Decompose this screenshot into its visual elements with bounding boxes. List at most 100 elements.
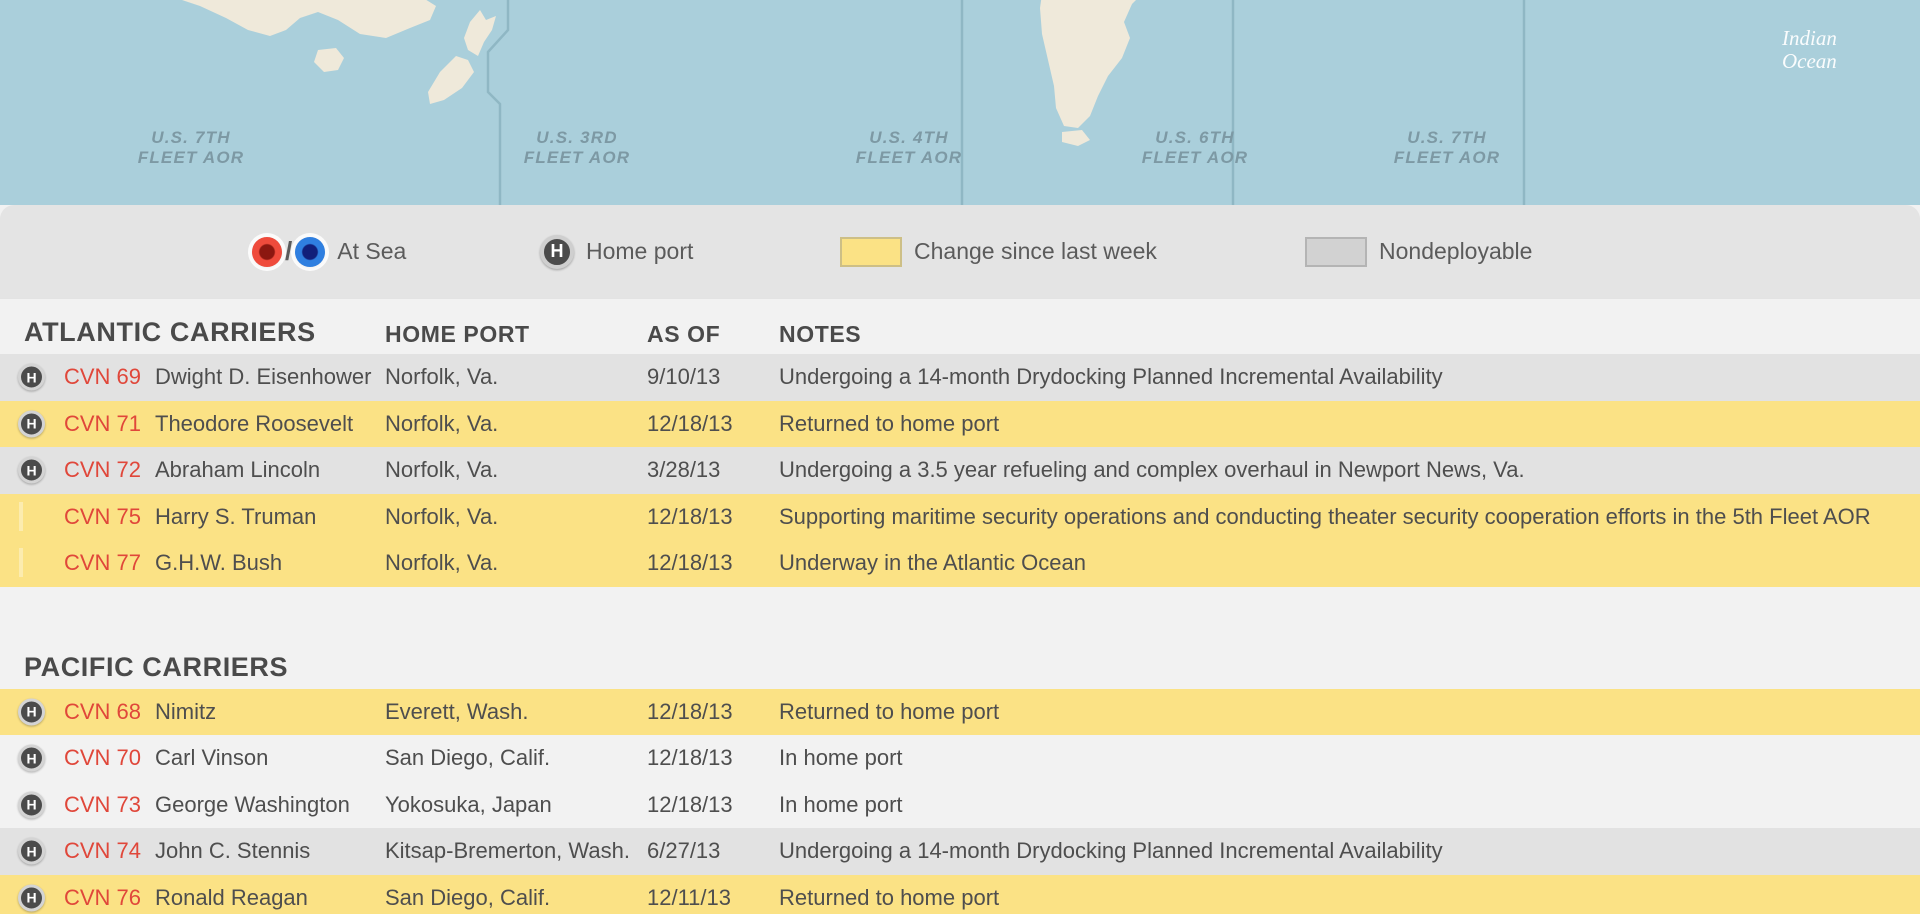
legend-at-sea-label: At Sea [337, 238, 407, 264]
notes: Undergoing a 14-month Drydocking Planned… [779, 838, 1443, 864]
ship-name: George Washington [155, 791, 350, 817]
column-header-notes: NOTES [779, 321, 862, 347]
hull-number: CVN 74 [64, 838, 142, 864]
section-divider [0, 586, 1920, 633]
legend-separator: / [285, 236, 293, 266]
notes: In home port [779, 791, 903, 817]
ship-name: Ronald Reagan [155, 884, 308, 910]
as-of-date: 9/10/13 [647, 364, 721, 390]
table-row[interactable]: CVN 77 G.H.W. Bush Norfolk, Va. 12/18/13… [0, 540, 1920, 587]
table-row[interactable]: H CVN 74 John C. Stennis Kitsap-Bremerto… [0, 828, 1920, 875]
as-of-date: 12/18/13 [647, 791, 733, 817]
ship-name: Theodore Roosevelt [155, 410, 354, 436]
ship-name: G.H.W. Bush [155, 550, 283, 576]
ocean-label-indian: Indian Ocean [1782, 26, 1837, 74]
hull-number: CVN 77 [64, 550, 142, 576]
status-badge: H [18, 791, 45, 819]
aor-label-4th: U.S. 4TH FLEET AOR [855, 128, 963, 167]
table-row[interactable]: CVN 75 Harry S. Truman Norfolk, Va. 12/1… [0, 493, 1920, 540]
notes: In home port [779, 745, 903, 771]
at-sea-blue-dot-icon [295, 236, 326, 267]
notes: Undergoing a 3.5 year refueling and comp… [779, 457, 1525, 483]
as-of-date: 3/28/13 [647, 457, 721, 483]
ship-name: Harry S. Truman [155, 503, 317, 529]
table-row[interactable]: H CVN 76 Ronald Reagan San Diego, Calif.… [0, 874, 1920, 914]
status-badge [18, 550, 24, 576]
aor-label-3rd: U.S. 3RD FLEET AOR [523, 128, 631, 167]
atlantic-section-header: ATLANTIC CARRIERS HOME PORT AS OF NOTES [0, 298, 1920, 354]
hull-number: CVN 70 [64, 745, 142, 771]
as-of-date: 12/18/13 [647, 503, 733, 529]
table-row[interactable]: H CVN 73 George Washington Yokosuka, Jap… [0, 781, 1920, 828]
ship-name: Nimitz [155, 698, 217, 724]
change-swatch-icon [840, 236, 902, 267]
ship-name: Carl Vinson [155, 745, 269, 771]
legend-home-port-label: Home port [586, 238, 694, 264]
legend-home-port: H Home port [540, 234, 694, 269]
home-port-icon: H [540, 234, 574, 269]
notes: Returned to home port [779, 884, 1000, 910]
legend-at-sea: / At Sea [252, 236, 406, 267]
aor-label-7th-indian: U.S. 7TH FLEET AOR [1393, 128, 1501, 167]
home-port: San Diego, Calif. [385, 884, 551, 910]
at-sea-red-dot-icon [252, 236, 282, 267]
home-port: Everett, Wash. [385, 698, 529, 724]
legend-change: Change since last week [840, 236, 1157, 267]
as-of-date: 6/27/13 [647, 838, 721, 864]
home-port: Norfolk, Va. [385, 364, 499, 390]
home-port: Norfolk, Va. [385, 503, 499, 529]
home-port: San Diego, Calif. [385, 745, 551, 771]
hull-number: CVN 69 [64, 364, 142, 390]
page-title-atlantic: ATLANTIC CARRIERS [24, 317, 316, 347]
carrier-status-panel: / At Sea H Home port Change since last w… [0, 205, 1920, 914]
hull-number: CVN 75 [64, 503, 142, 529]
table-row[interactable]: H CVN 69 Dwight D. Eisenhower Norfolk, V… [0, 354, 1920, 401]
aor-label-7th-pacific: U.S. 7TH FLEET AOR [137, 128, 245, 167]
notes: Undergoing a 14-month Drydocking Planned… [779, 364, 1443, 390]
status-badge: H [18, 744, 45, 772]
table-row[interactable]: H CVN 70 Carl Vinson San Diego, Calif. 1… [0, 735, 1920, 782]
ship-name: Dwight D. Eisenhower [155, 364, 372, 390]
home-port: Norfolk, Va. [385, 550, 499, 576]
legend-change-label: Change since last week [914, 238, 1157, 264]
as-of-date: 12/11/13 [647, 884, 732, 910]
table-row[interactable]: H CVN 68 Nimitz Everett, Wash. 12/18/13 … [0, 688, 1920, 735]
page-title-pacific: PACIFIC CARRIERS [24, 651, 289, 682]
pacific-section-header: PACIFIC CARRIERS [0, 633, 1920, 689]
aor-label-6th: U.S. 6TH FLEET AOR [1141, 128, 1249, 167]
table-row[interactable]: H CVN 71 Theodore Roosevelt Norfolk, Va.… [0, 400, 1920, 447]
as-of-date: 12/18/13 [647, 745, 733, 771]
status-badge [18, 504, 24, 530]
legend-nondeployable: Nondeployable [1305, 236, 1533, 267]
notes: Supporting maritime security operations … [779, 503, 1871, 529]
column-header-as-of: AS OF [647, 321, 721, 347]
as-of-date: 12/18/13 [647, 698, 733, 724]
status-badge: H [18, 837, 45, 865]
home-port: Kitsap-Bremerton, Wash. [385, 838, 630, 864]
hull-number: CVN 76 [64, 884, 142, 910]
column-header-home-port: HOME PORT [385, 321, 530, 347]
hull-number: CVN 71 [64, 410, 142, 436]
hull-number: CVN 73 [64, 791, 142, 817]
status-badge: H [18, 363, 45, 391]
hull-number: CVN 68 [64, 698, 142, 724]
table-row[interactable]: H CVN 72 Abraham Lincoln Norfolk, Va. 3/… [0, 447, 1920, 494]
home-port: Yokosuka, Japan [385, 791, 552, 817]
status-badge: H [18, 456, 45, 484]
home-port: Norfolk, Va. [385, 410, 499, 436]
notes: Underway in the Atlantic Ocean [779, 550, 1086, 576]
ship-name: Abraham Lincoln [155, 457, 321, 483]
as-of-date: 12/18/13 [647, 410, 733, 436]
world-map: U.S. 7TH FLEET AOR U.S. 3RD FLEET AOR U.… [0, 0, 1920, 205]
status-badge: H [18, 698, 45, 726]
at-sea-dots: / [252, 236, 326, 267]
status-badge: H [18, 410, 45, 438]
home-port: Norfolk, Va. [385, 457, 499, 483]
legend-nondeployable-label: Nondeployable [1379, 238, 1533, 264]
status-badge: H [18, 884, 45, 912]
ship-name: John C. Stennis [155, 838, 311, 864]
notes: Returned to home port [779, 698, 1000, 724]
legend-bar: / At Sea H Home port Change since last w… [0, 205, 1920, 298]
hull-number: CVN 72 [64, 457, 142, 483]
nondeployable-swatch-icon [1305, 236, 1367, 267]
